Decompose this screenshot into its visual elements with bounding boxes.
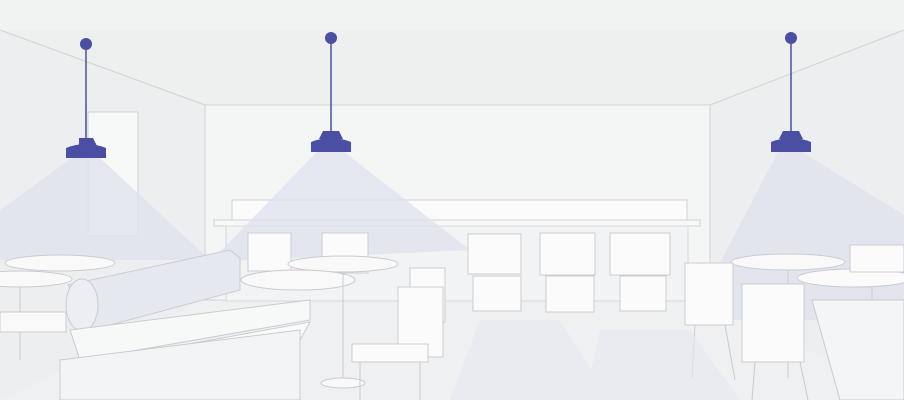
lamp-shade-icon [66,144,106,158]
restaurant-illustration [0,0,904,400]
lamp-shade-icon [311,138,351,152]
lamp-shade-icon [771,138,811,152]
